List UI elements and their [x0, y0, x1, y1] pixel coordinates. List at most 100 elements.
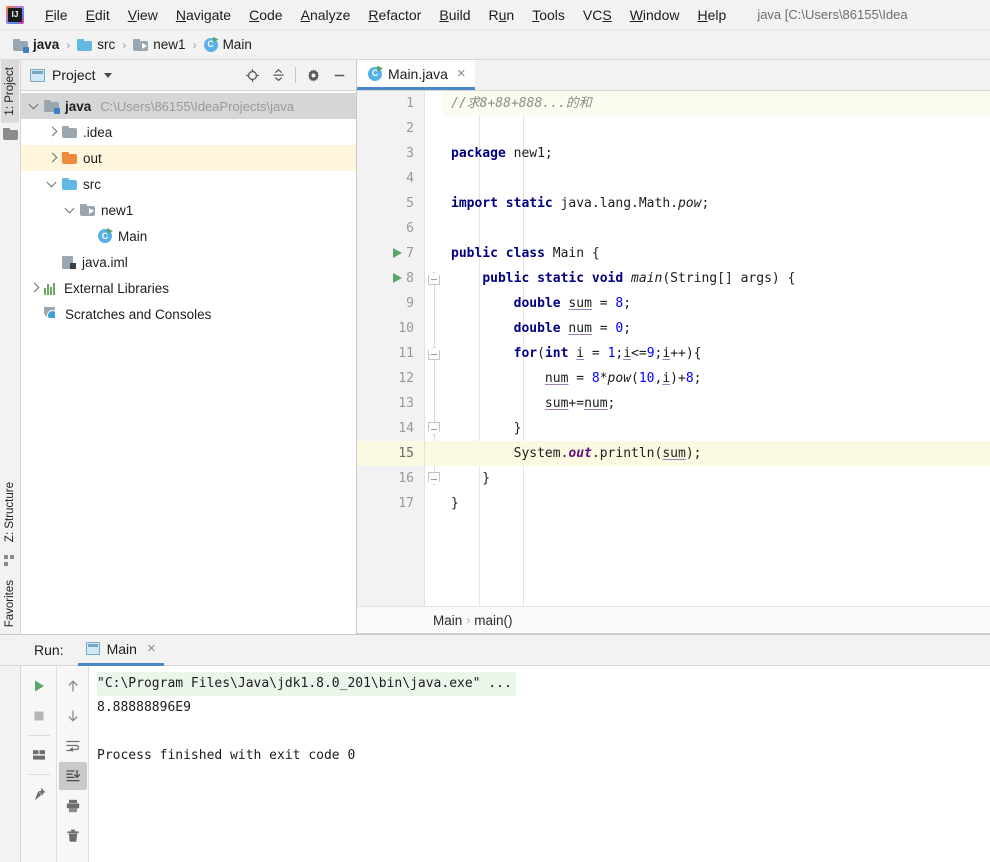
line-number[interactable]: 2 — [357, 116, 424, 141]
code-line[interactable] — [443, 216, 990, 241]
line-number[interactable]: 15 — [357, 441, 424, 466]
tool-tab-favorites[interactable]: Favorites — [1, 573, 19, 634]
menu-item-refactor[interactable]: Refactor — [359, 4, 430, 26]
editor-breadcrumb-class[interactable]: Main — [433, 613, 462, 628]
code-line[interactable]: public class Main { — [443, 241, 990, 266]
run-console-output[interactable]: "C:\Program Files\Java\jdk1.8.0_201\bin\… — [89, 666, 990, 862]
menu-item-navigate[interactable]: Navigate — [167, 4, 240, 26]
stop-icon[interactable] — [25, 702, 53, 730]
line-number[interactable]: 9 — [357, 291, 424, 316]
line-number[interactable]: 14 — [357, 416, 424, 441]
code-line[interactable]: System.out.println(sum); — [443, 441, 990, 466]
code-line[interactable]: double num = 0; — [443, 316, 990, 341]
breadcrumb-item-src[interactable]: src — [74, 35, 118, 54]
tool-tab-project[interactable]: 1: Project — [1, 60, 19, 123]
rerun-icon[interactable] — [25, 672, 53, 700]
line-number[interactable]: 3 — [357, 141, 424, 166]
breadcrumb-item-main[interactable]: C Main — [201, 35, 255, 54]
fold-end-icon[interactable] — [428, 472, 440, 485]
pin-icon[interactable] — [25, 780, 53, 808]
tree-node-external-libraries[interactable]: External Libraries — [21, 275, 356, 301]
scroll-to-end-icon[interactable] — [59, 762, 87, 790]
run-gutter-icon[interactable] — [393, 273, 402, 283]
menu-item-view[interactable]: View — [119, 4, 167, 26]
tree-node-src[interactable]: src — [21, 171, 356, 197]
tree-node-java-iml[interactable]: java.iml — [21, 249, 356, 275]
run-gutter-icon[interactable] — [393, 248, 402, 258]
line-number[interactable]: 6 — [357, 216, 424, 241]
breadcrumb-item-java[interactable]: java — [10, 35, 62, 54]
line-number[interactable]: 8 — [357, 266, 424, 291]
close-icon[interactable]: × — [457, 66, 466, 81]
editor-code-column[interactable]: //求8+88+888...的和 package new1; import st… — [443, 91, 990, 606]
close-icon[interactable]: × — [147, 641, 156, 656]
menu-item-edit[interactable]: Edit — [77, 4, 119, 26]
code-line[interactable]: } — [443, 466, 990, 491]
line-number[interactable]: 11 — [357, 341, 424, 366]
line-number[interactable]: 1 — [357, 91, 424, 116]
minimize-icon[interactable] — [327, 63, 351, 87]
fold-start-icon[interactable] — [428, 347, 440, 360]
editor-tab-main-java[interactable]: C Main.java × — [357, 60, 475, 90]
editor-fold-column[interactable] — [425, 91, 443, 606]
tree-node-new1[interactable]: new1 — [21, 197, 356, 223]
tree-node-scratches-and-consoles[interactable]: Scratches and Consoles — [21, 301, 356, 327]
tree-node-out[interactable]: out — [21, 145, 356, 171]
run-tab-main[interactable]: Main × — [78, 635, 164, 666]
collapse-all-icon[interactable] — [266, 63, 290, 87]
menu-item-analyze[interactable]: Analyze — [292, 4, 360, 26]
line-number[interactable]: 12 — [357, 366, 424, 391]
tool-tab-structure[interactable]: Z: Structure — [1, 475, 19, 549]
menu-item-code[interactable]: Code — [240, 4, 291, 26]
menu-item-vcs[interactable]: VCS — [574, 4, 621, 26]
chevron-down-icon[interactable] — [27, 99, 42, 113]
code-line[interactable]: num = 8*pow(10,i)+8; — [443, 366, 990, 391]
code-line[interactable] — [443, 166, 990, 191]
line-number[interactable]: 16 — [357, 466, 424, 491]
menu-item-run[interactable]: Run — [479, 4, 523, 26]
soft-wrap-icon[interactable] — [59, 732, 87, 760]
gear-icon[interactable] — [301, 63, 325, 87]
arrow-down-icon[interactable] — [59, 702, 87, 730]
code-line[interactable]: } — [443, 491, 990, 516]
tree-node-java[interactable]: javaC:\Users\86155\IdeaProjects\java — [21, 93, 356, 119]
chevron-down-icon[interactable] — [104, 73, 112, 78]
layout-icon[interactable] — [25, 741, 53, 769]
menu-item-window[interactable]: Window — [621, 4, 689, 26]
chevron-down-icon[interactable] — [45, 177, 60, 191]
code-line[interactable]: //求8+88+888...的和 — [443, 91, 990, 116]
chevron-down-icon[interactable] — [63, 203, 78, 217]
chevron-right-icon[interactable] — [45, 151, 60, 165]
tree-node-idea[interactable]: .idea — [21, 119, 356, 145]
chevron-right-icon[interactable] — [45, 125, 60, 139]
line-number[interactable]: 13 — [357, 391, 424, 416]
code-line[interactable]: } — [443, 416, 990, 441]
tree-node-main[interactable]: CMain — [21, 223, 356, 249]
code-line[interactable]: for(int i = 1;i<=9;i++){ — [443, 341, 990, 366]
editor-breadcrumb-method[interactable]: main() — [474, 613, 512, 628]
fold-end-icon[interactable] — [428, 422, 440, 435]
line-number[interactable]: 5 — [357, 191, 424, 216]
menu-item-help[interactable]: Help — [689, 4, 736, 26]
print-icon[interactable] — [59, 792, 87, 820]
code-line[interactable] — [443, 116, 990, 141]
editor-gutter[interactable]: 1234567891011121314151617 — [357, 91, 425, 606]
code-line[interactable]: double sum = 8; — [443, 291, 990, 316]
code-line[interactable]: public static void main(String[] args) { — [443, 266, 990, 291]
menu-item-tools[interactable]: Tools — [523, 4, 574, 26]
line-number[interactable]: 17 — [357, 491, 424, 516]
arrow-up-icon[interactable] — [59, 672, 87, 700]
line-number[interactable]: 10 — [357, 316, 424, 341]
line-number[interactable]: 4 — [357, 166, 424, 191]
fold-start-icon[interactable] — [428, 272, 440, 285]
locate-target-icon[interactable] — [240, 63, 264, 87]
menu-item-file[interactable]: File — [36, 4, 77, 26]
breadcrumb-item-new1[interactable]: new1 — [130, 35, 188, 54]
project-tree[interactable]: javaC:\Users\86155\IdeaProjects\java.ide… — [21, 91, 356, 634]
code-editor[interactable]: 1234567891011121314151617 //求8+88+888...… — [357, 91, 990, 606]
line-number[interactable]: 7 — [357, 241, 424, 266]
trash-icon[interactable] — [59, 822, 87, 850]
code-line[interactable]: import static java.lang.Math.pow; — [443, 191, 990, 216]
chevron-right-icon[interactable] — [27, 281, 42, 295]
code-line[interactable]: package new1; — [443, 141, 990, 166]
